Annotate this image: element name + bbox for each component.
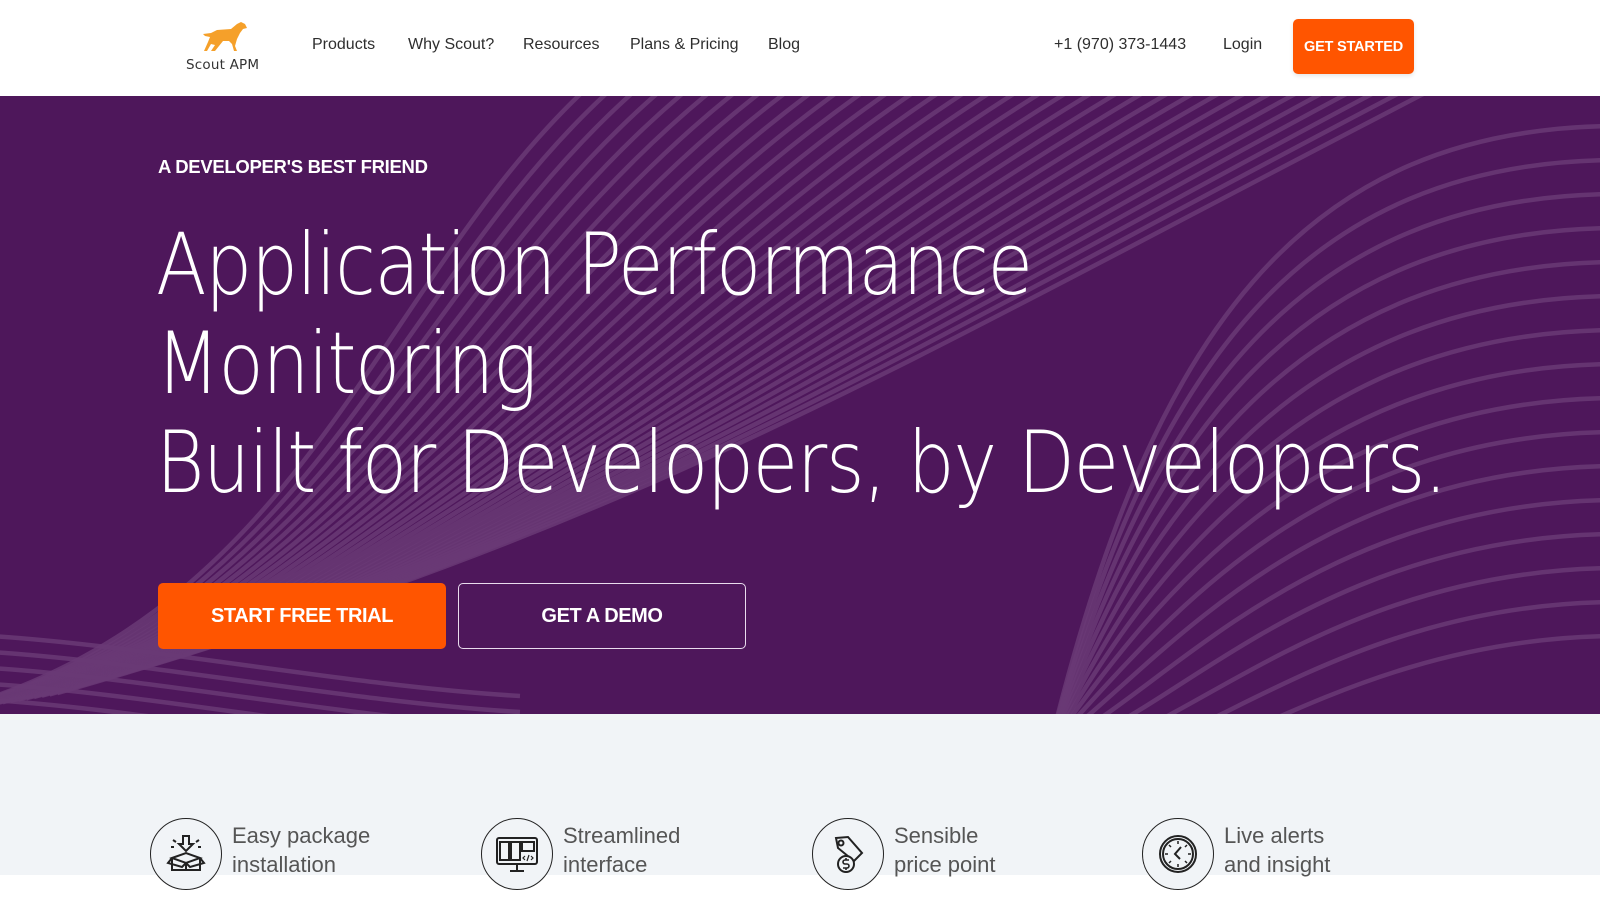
- top-navigation: Scout APM Products Why Scout? Resources …: [0, 0, 1600, 96]
- phone-link[interactable]: +1 (970) 373-1443: [1054, 36, 1186, 54]
- feature-label: Sensible price point: [894, 821, 996, 879]
- feature-label: Easy package installation: [232, 821, 370, 879]
- feature-label: Streamlined interface: [563, 821, 680, 879]
- features-section: Easy package installation Streamlined in…: [0, 714, 1600, 890]
- hero-headline: Application Performance Monitoring Built…: [156, 216, 1600, 513]
- headline-line-3: Built for Developers, by Developers.: [156, 413, 1448, 513]
- feature-label-line-1: Easy package: [232, 823, 371, 848]
- feature-label: Live alerts and insight: [1224, 821, 1330, 879]
- headline-line-2: Monitoring: [156, 314, 537, 414]
- feature-label-line-1: Sensible: [894, 823, 979, 848]
- feature-label-line-1: Streamlined: [563, 823, 681, 848]
- start-free-trial-button[interactable]: START FREE TRIAL: [158, 583, 446, 649]
- monitor-interface-icon: [481, 818, 553, 890]
- headline-line-1: Application Performance: [156, 215, 1033, 315]
- hero-section: A DEVELOPER'S BEST FRIEND Application Pe…: [0, 96, 1600, 714]
- nav-link-blog[interactable]: Blog: [768, 36, 800, 54]
- get-started-button[interactable]: GET STARTED: [1293, 19, 1414, 74]
- get-a-demo-button[interactable]: GET A DEMO: [458, 583, 746, 649]
- package-install-icon: [150, 818, 222, 890]
- hero-eyebrow: A DEVELOPER'S BEST FRIEND: [158, 156, 428, 177]
- logo-text: Scout APM: [186, 57, 260, 73]
- nav-link-plans-pricing[interactable]: Plans & Pricing: [630, 36, 739, 54]
- nav-link-products[interactable]: Products: [312, 36, 375, 54]
- feature-label-line-1: Live alerts: [1224, 823, 1325, 848]
- scout-apm-logo[interactable]: Scout APM: [180, 18, 272, 74]
- nav-link-resources[interactable]: Resources: [523, 36, 599, 54]
- login-link[interactable]: Login: [1223, 36, 1262, 54]
- dog-logo-icon: [203, 22, 247, 51]
- clock-alert-icon: [1142, 818, 1214, 890]
- price-tag-icon: [812, 818, 884, 890]
- nav-link-why-scout[interactable]: Why Scout?: [408, 36, 494, 54]
